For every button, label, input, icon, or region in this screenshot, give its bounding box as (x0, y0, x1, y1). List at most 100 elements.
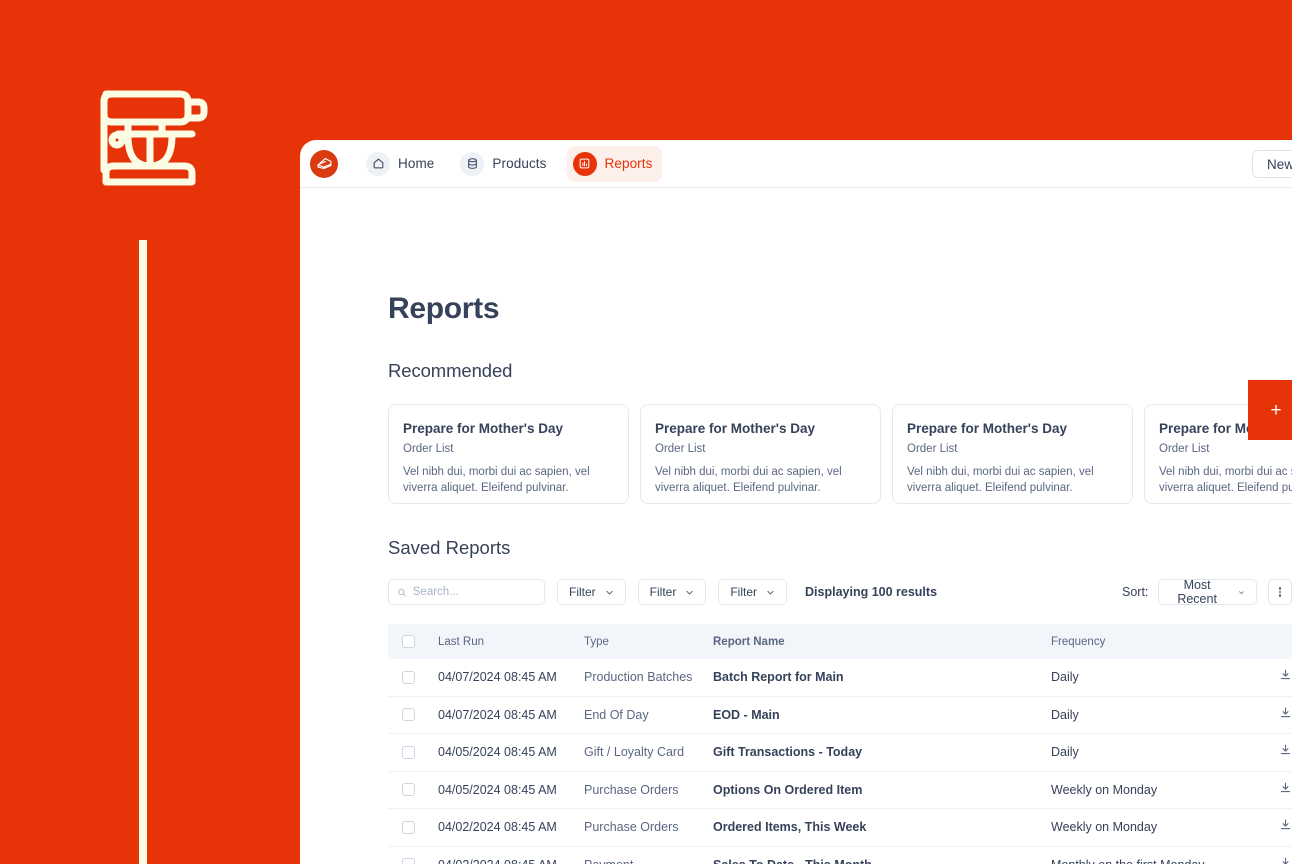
cell-frequency: Monthly on the first Monday (1051, 858, 1279, 864)
row-select-cell (388, 783, 438, 797)
row-checkbox[interactable] (402, 858, 415, 864)
column-header-type[interactable]: Type (584, 636, 713, 648)
cell-frequency: Weekly on Monday (1051, 820, 1158, 835)
filter-dropdown-3[interactable]: Filter (718, 579, 788, 605)
page-content: Reports + Recommended Prepare for Mother… (300, 292, 1292, 864)
new-order-button[interactable]: New O (1252, 150, 1292, 178)
cell-frequency: Daily (1051, 670, 1079, 685)
new-order-label: New O (1267, 156, 1292, 172)
nav-item-label: Reports (604, 156, 653, 171)
cell-report-name: Ordered Items, This Week (713, 820, 867, 835)
column-header-last-run[interactable]: Last Run (438, 636, 584, 648)
table-row[interactable]: 04/05/2024 08:45 AM Gift / Loyalty Card … (388, 734, 1292, 772)
card-title: Prepare for Mother's Day (403, 421, 564, 436)
cell-frequency: Daily (1051, 745, 1079, 760)
nav-item-label: Products (492, 156, 547, 171)
cell-last-run: 04/05/2024 08:45 AM (438, 745, 557, 760)
cell-report-name: Batch Report for Main (713, 670, 844, 685)
select-all-checkbox[interactable] (402, 635, 415, 648)
app-logo-mark[interactable] (310, 149, 338, 178)
cell-last-run: 04/07/2024 08:45 AM (438, 707, 557, 722)
cell-type: Purchase Orders (584, 820, 679, 835)
search-icon (398, 588, 406, 596)
download-button[interactable] (1279, 856, 1292, 864)
card-subtitle: Order List (403, 443, 454, 455)
cell-last-run: 04/05/2024 08:45 AM (438, 782, 557, 797)
nav-item-reports[interactable]: Reports (566, 145, 663, 182)
table-row[interactable]: 04/07/2024 08:45 AM Production Batches B… (388, 659, 1292, 697)
recommended-card[interactable]: Prepare for Mother's Day Order List Vel … (892, 404, 1133, 504)
row-checkbox[interactable] (402, 783, 415, 797)
more-options-button[interactable] (1267, 579, 1292, 605)
row-checkbox[interactable] (402, 670, 415, 684)
recommended-card[interactable]: Prepare for Mother's Day Order List Vel … (388, 404, 629, 504)
cell-report-name: Sales To Date - This Month (713, 858, 1051, 864)
card-description: Vel nibh dui, morbi dui ac sapien, vel v… (655, 466, 842, 494)
download-icon (1280, 744, 1291, 755)
saved-reports-heading: Saved Reports (388, 537, 511, 558)
column-header-frequency[interactable]: Frequency (1051, 636, 1279, 648)
card-description: Vel nibh dui, morbi dui ac sapien, vel v… (1159, 466, 1292, 494)
card-description: Vel nibh dui, morbi dui ac sapien, vel v… (403, 466, 590, 494)
table-row[interactable]: 04/02/2024 08:45 AM Payment Sales To Dat… (388, 847, 1292, 864)
cell-type: End Of Day (584, 707, 649, 722)
table-header-row: Last Run Type Report Name Frequency (388, 624, 1292, 659)
database-icon (460, 151, 485, 176)
cell-type: Payment (584, 858, 713, 864)
cell-frequency: Weekly on Monday (1051, 782, 1158, 797)
cell-last-run: 04/02/2024 08:45 AM (438, 858, 584, 864)
cell-report-name: Options On Ordered Item (713, 782, 863, 797)
cell-last-run: 04/07/2024 08:45 AM (438, 670, 557, 685)
download-button[interactable] (1279, 743, 1292, 761)
cell-frequency: Daily (1051, 707, 1079, 722)
recommended-card[interactable]: Prepare for Mother's Day Order List Vel … (640, 404, 881, 504)
card-title: Prepare for Mother's Day (655, 421, 816, 436)
nav-item-home[interactable]: Home (360, 146, 444, 182)
chevron-down-icon (606, 590, 613, 594)
card-description: Vel nibh dui, morbi dui ac sapien, vel v… (907, 466, 1094, 494)
reports-toolbar: Filter Filter Filter Displaying 100 resu… (388, 578, 1292, 606)
row-checkbox[interactable] (402, 745, 415, 759)
row-select-cell (388, 820, 438, 834)
add-report-button[interactable]: + (1248, 380, 1292, 440)
cell-type: Production Batches (584, 670, 693, 685)
download-button[interactable] (1279, 781, 1292, 799)
sort-label: Sort: (1122, 585, 1149, 599)
download-icon (1282, 857, 1289, 864)
download-button[interactable] (1279, 818, 1292, 836)
sort-dropdown[interactable]: Most Recent (1158, 578, 1257, 606)
chevron-down-icon (767, 590, 774, 594)
brand-accent-bar (139, 240, 147, 864)
cell-type: Purchase Orders (584, 782, 679, 797)
stand-mixer-icon (100, 90, 208, 186)
download-icon (1280, 707, 1291, 717)
table-row[interactable]: 04/05/2024 08:45 AM Purchase Orders Opti… (388, 772, 1292, 809)
column-header-report-name[interactable]: Report Name (713, 636, 1051, 648)
cell-report-name: EOD - Main (713, 707, 780, 722)
saved-reports-table: Last Run Type Report Name Frequency 04/0… (388, 624, 1292, 864)
filter-dropdown-2[interactable]: Filter (637, 579, 707, 605)
app-panel: Home Products Reports New Reports + Reco… (300, 140, 1292, 864)
top-navigation-bar: Home Products Reports New (300, 140, 1292, 188)
search-input[interactable] (412, 586, 536, 598)
filter-dropdown-1[interactable]: Filter (557, 579, 626, 605)
download-button[interactable] (1279, 706, 1292, 724)
cell-report-name: Gift Transactions - Today (713, 745, 863, 760)
row-checkbox[interactable] (402, 820, 415, 834)
card-title: Prepare for Mother's Day (907, 421, 1068, 436)
sort-controls: Sort: Most Recent (1122, 578, 1292, 606)
filter-label: Filter (569, 585, 596, 599)
select-all-cell (388, 635, 438, 648)
row-checkbox[interactable] (402, 708, 415, 722)
row-select-cell (388, 708, 438, 722)
search-box[interactable] (388, 579, 545, 605)
table-rows: 04/07/2024 08:45 AM Production Batches B… (388, 659, 1292, 864)
nav-items: Home Products Reports (360, 145, 672, 182)
download-button[interactable] (1279, 668, 1292, 686)
brand-logo (88, 78, 208, 190)
nav-item-products[interactable]: Products (454, 146, 556, 182)
cell-type: Gift / Loyalty Card (584, 745, 685, 760)
card-subtitle: Order List (655, 443, 706, 455)
table-row[interactable]: 04/02/2024 08:45 AM Purchase Orders Orde… (388, 809, 1292, 847)
table-row[interactable]: 04/07/2024 08:45 AM End Of Day EOD - Mai… (388, 697, 1292, 734)
